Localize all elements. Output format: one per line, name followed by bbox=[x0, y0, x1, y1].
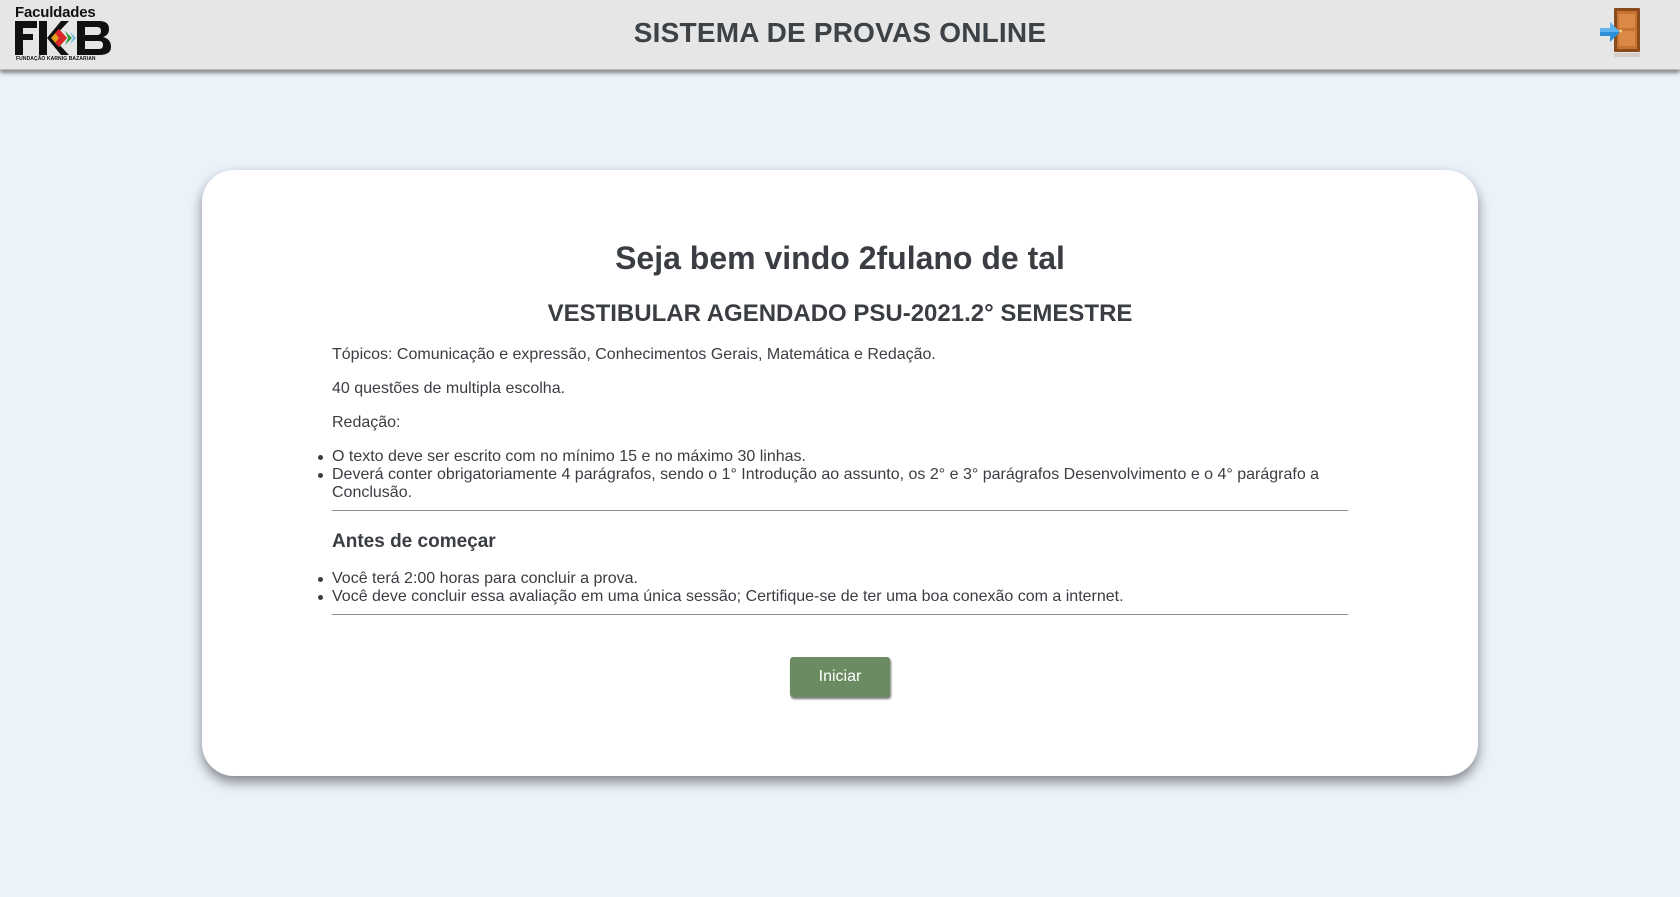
list-item: Você deve concluir essa avaliação em uma… bbox=[318, 588, 1348, 606]
essay-rules-list: O texto deve ser escrito com no mínimo 1… bbox=[318, 448, 1348, 502]
before-start-heading: Antes de começar bbox=[332, 531, 496, 552]
logo-bottom-text: FUNDAÇÃO KARNIG BAZARIAN bbox=[16, 56, 96, 62]
divider bbox=[332, 614, 1348, 615]
exit-button[interactable] bbox=[1598, 6, 1644, 58]
app-title: SISTEMA DE PROVAS ONLINE bbox=[633, 17, 1047, 48]
start-button[interactable]: Iniciar bbox=[790, 657, 890, 697]
divider bbox=[332, 510, 1348, 511]
list-item: Deverá conter obrigatoriamente 4 parágra… bbox=[318, 466, 1348, 502]
top-bar: Faculdades FUNDAÇÃO KARNIG BAZARIAN SIST… bbox=[0, 0, 1680, 70]
exam-instructions: Tópicos: Comunicação e expressão, Conhec… bbox=[318, 346, 1348, 615]
exam-title: VESTIBULAR AGENDADO PSU-2021.2° SEMESTRE bbox=[547, 300, 1133, 327]
welcome-heading: Seja bem vindo 2fulano de tal bbox=[615, 240, 1065, 276]
questions-text: 40 questões de multipla escolha. bbox=[332, 380, 566, 397]
topics-text: Tópicos: Comunicação e expressão, Conhec… bbox=[332, 346, 936, 363]
welcome-card: Seja bem vindo 2fulano de tal VESTIBULAR… bbox=[202, 170, 1478, 776]
list-item: Você terá 2:00 horas para concluir a pro… bbox=[318, 570, 1348, 588]
door-exit-icon bbox=[1600, 8, 1640, 57]
before-start-list: Você terá 2:00 horas para concluir a pro… bbox=[318, 570, 1348, 606]
list-item: O texto deve ser escrito com no mínimo 1… bbox=[318, 448, 1348, 466]
essay-label: Redação: bbox=[332, 414, 401, 431]
